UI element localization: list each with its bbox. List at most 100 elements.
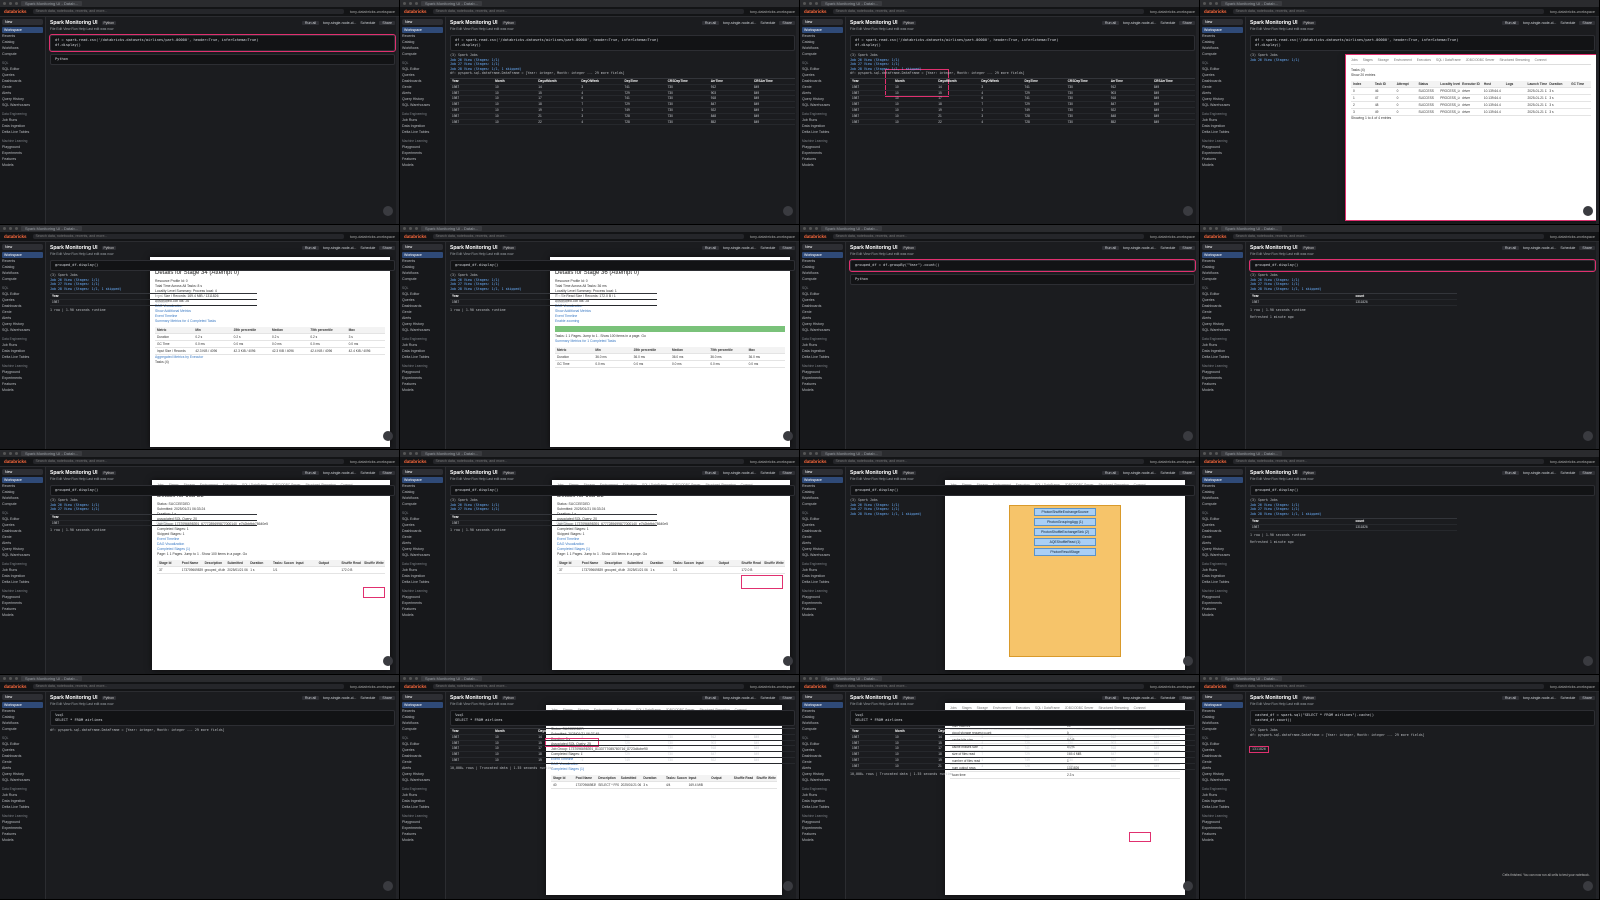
cluster-selector[interactable]: tony-single-node-cl...: [723, 696, 756, 700]
search-input[interactable]: Search data, notebooks, recents, and mor…: [1232, 459, 1544, 464]
sidebar-item[interactable]: Delta Live Tables: [802, 354, 843, 360]
sidebar-item[interactable]: Compute: [2, 276, 43, 282]
run-all-button[interactable]: Run all: [1501, 21, 1520, 25]
sidebar-item[interactable]: SQL Warehouses: [2, 552, 43, 558]
code-cell[interactable]: df = spark.read.csv('/databricks-dataset…: [1250, 35, 1595, 51]
menu-bar[interactable]: File Edit View Run Help Last edit was no…: [1250, 252, 1595, 257]
menu-bar[interactable]: File Edit View Run Help Last edit was no…: [1250, 27, 1595, 32]
scrollbar[interactable]: [1596, 17, 1599, 224]
language-selector[interactable]: Python: [501, 21, 517, 25]
search-input[interactable]: Search data, notebooks, recents, and mor…: [832, 9, 1144, 14]
cluster-selector[interactable]: tony-single-node-cl...: [1123, 696, 1156, 700]
search-input[interactable]: Search data, notebooks, recents, and mor…: [832, 234, 1144, 239]
window-control-icon[interactable]: [1203, 227, 1206, 230]
code-cell[interactable]: grouped_df.display(): [850, 485, 1195, 496]
sidebar-item[interactable]: Delta Live Tables: [2, 129, 43, 135]
browser-tab[interactable]: Spark Monitoring UI - Datab...: [21, 226, 82, 231]
notebook-title[interactable]: Spark Monitoring UI: [1250, 20, 1298, 26]
window-control-icon[interactable]: [1203, 677, 1206, 680]
sidebar-item[interactable]: Models: [802, 387, 843, 393]
run-all-button[interactable]: Run all: [1501, 471, 1520, 475]
scrollbar[interactable]: [1196, 692, 1199, 899]
window-control-icon[interactable]: [1209, 227, 1212, 230]
sidebar-item[interactable]: Models: [1202, 837, 1243, 843]
window-control-icon[interactable]: [803, 227, 806, 230]
sidebar-item[interactable]: Compute: [802, 726, 843, 732]
sidebar-item[interactable]: Delta Live Tables: [1202, 354, 1243, 360]
menu-bar[interactable]: File Edit View Run Help Last edit was no…: [1250, 477, 1595, 482]
browser-tab[interactable]: Spark Monitoring UI - Datab...: [421, 1, 482, 6]
run-all-button[interactable]: Run all: [1501, 696, 1520, 700]
sidebar-item[interactable]: Compute: [802, 51, 843, 57]
notebook-title[interactable]: Spark Monitoring UI: [450, 695, 498, 701]
column-header[interactable]: CRSArrTime: [1152, 729, 1195, 734]
window-control-icon[interactable]: [815, 677, 818, 680]
sidebar-item[interactable]: Compute: [2, 726, 43, 732]
workspace-selector[interactable]: tony-databricks-workspace: [350, 10, 395, 14]
share-button[interactable]: Share: [379, 471, 395, 475]
schedule-button[interactable]: Schedule: [1560, 696, 1575, 700]
cluster-selector[interactable]: tony-single-node-cl...: [1523, 696, 1556, 700]
window-control-icon[interactable]: [409, 452, 412, 455]
notebook-title[interactable]: Spark Monitoring UI: [850, 695, 898, 701]
window-control-icon[interactable]: [403, 452, 406, 455]
output-line[interactable]: Job 28 View (Stages: 1/1, 1 skipped): [1250, 287, 1595, 292]
window-control-icon[interactable]: [415, 2, 418, 5]
column-header[interactable]: DepTime: [1023, 79, 1066, 84]
column-header[interactable]: Year: [450, 515, 554, 520]
window-control-icon[interactable]: [815, 227, 818, 230]
schedule-button[interactable]: Schedule: [1160, 471, 1175, 475]
column-header[interactable]: CRSDepTime: [666, 79, 709, 84]
sidebar-item[interactable]: Models: [2, 612, 43, 618]
share-button[interactable]: Share: [379, 21, 395, 25]
scrollbar[interactable]: [796, 242, 799, 449]
run-all-button[interactable]: Run all: [1101, 696, 1120, 700]
run-all-button[interactable]: Run all: [301, 696, 320, 700]
share-button[interactable]: Share: [1579, 696, 1595, 700]
column-header[interactable]: Year: [450, 729, 493, 734]
menu-bar[interactable]: File Edit View Run Help Last edit was no…: [50, 27, 395, 32]
column-header[interactable]: Year: [450, 294, 554, 299]
search-input[interactable]: Search data, notebooks, recents, and mor…: [832, 684, 1144, 689]
column-header[interactable]: Month: [493, 79, 536, 84]
sidebar-item[interactable]: Models: [402, 837, 443, 843]
window-control-icon[interactable]: [403, 677, 406, 680]
notebook-title[interactable]: Spark Monitoring UI: [1250, 695, 1298, 701]
cluster-selector[interactable]: tony-single-node-cl...: [723, 21, 756, 25]
cluster-selector[interactable]: tony-single-node-cl...: [723, 246, 756, 250]
column-header[interactable]: Year: [50, 515, 154, 520]
notebook-title[interactable]: Spark Monitoring UI: [1250, 470, 1298, 476]
window-control-icon[interactable]: [803, 452, 806, 455]
language-selector[interactable]: Python: [501, 471, 517, 475]
window-control-icon[interactable]: [809, 227, 812, 230]
schedule-button[interactable]: Schedule: [760, 21, 775, 25]
run-all-button[interactable]: Run all: [301, 246, 320, 250]
scrollbar[interactable]: [796, 467, 799, 674]
notebook-title[interactable]: Spark Monitoring UI: [50, 695, 98, 701]
menu-bar[interactable]: File Edit View Run Help Last edit was no…: [850, 702, 1195, 707]
workspace-selector[interactable]: tony-databricks-workspace: [750, 685, 795, 689]
column-header[interactable]: DayofMonth: [936, 79, 979, 84]
search-input[interactable]: Search data, notebooks, recents, and mor…: [32, 684, 344, 689]
workspace-selector[interactable]: tony-databricks-workspace: [1550, 685, 1595, 689]
sidebar-item[interactable]: Compute: [402, 276, 443, 282]
search-input[interactable]: Search data, notebooks, recents, and mor…: [832, 459, 1144, 464]
sidebar-item[interactable]: Compute: [2, 51, 43, 57]
sidebar-item[interactable]: Delta Live Tables: [402, 129, 443, 135]
code-cell[interactable]: grouped_df = df.groupBy("Year").count(): [849, 259, 1196, 272]
column-header[interactable]: CRSArrTime: [752, 729, 795, 734]
window-control-icon[interactable]: [809, 452, 812, 455]
window-control-icon[interactable]: [409, 2, 412, 5]
notebook-title[interactable]: Spark Monitoring UI: [850, 470, 898, 476]
language-selector[interactable]: Python: [901, 471, 917, 475]
code-cell[interactable]: Python: [850, 274, 1195, 285]
code-cell[interactable]: %sql SELECT * FROM airlines: [450, 710, 795, 726]
run-all-button[interactable]: Run all: [1101, 246, 1120, 250]
code-cell[interactable]: grouped_df.display(): [450, 260, 795, 271]
sidebar-item[interactable]: SQL Warehouses: [402, 102, 443, 108]
new-button[interactable]: New: [402, 19, 443, 25]
column-header[interactable]: CRSDepTime: [1066, 79, 1109, 84]
code-cell[interactable]: %sql SELECT * FROM airlines: [850, 710, 1195, 726]
column-header[interactable]: ArrTime: [709, 729, 752, 734]
code-cell[interactable]: grouped_df.display(): [1250, 485, 1595, 496]
